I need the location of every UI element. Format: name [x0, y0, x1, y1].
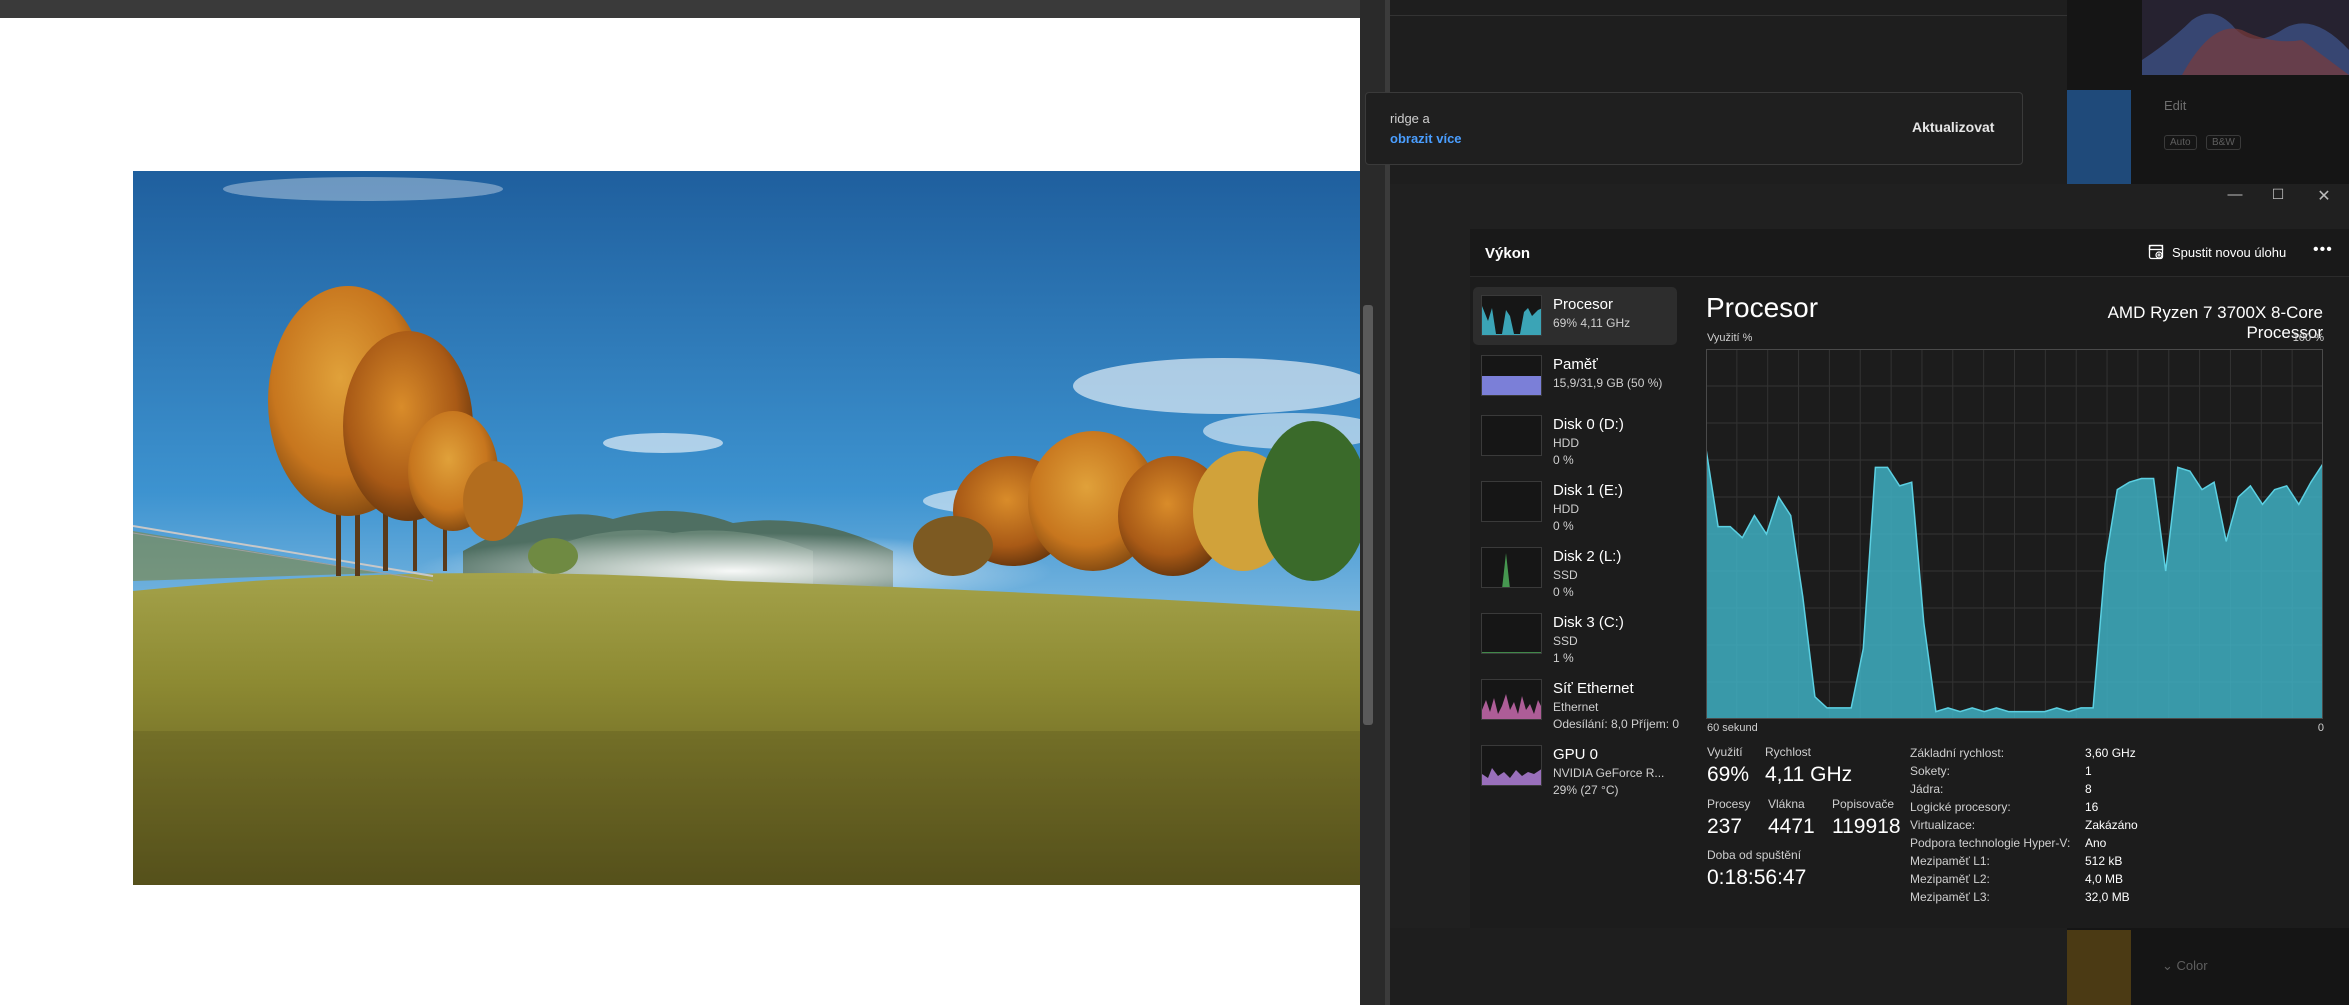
detail-title: Procesor [1706, 292, 1819, 323]
landscape-photo [133, 171, 1360, 885]
bw-button[interactable]: B&W [2206, 135, 2241, 150]
resource-item-disk-0[interactable]: Disk 0 (D:) HDD 0 % [1473, 407, 1677, 467]
resource-item-memory[interactable]: Paměť 15,9/31,9 GB (50 %) [1473, 347, 1677, 405]
spec-key: Mezipaměť L1: [1910, 854, 1990, 868]
edit-label: Edit [2164, 98, 2187, 113]
minimize-icon[interactable]: — [2224, 186, 2246, 203]
resource-item-disk-2[interactable]: Disk 2 (L:) SSD 0 % [1473, 539, 1677, 599]
disk-mini-graph [1481, 481, 1542, 522]
utilization-value: 69% [1707, 763, 1750, 786]
resource-detail: SSD 1 % [1553, 634, 1578, 665]
resource-name: Disk 0 (D:) [1553, 416, 1624, 433]
scrollbar-thumb[interactable] [1363, 305, 1373, 725]
update-button[interactable]: Aktualizovat [1912, 119, 1994, 135]
new-task-icon[interactable] [2148, 244, 2164, 260]
cpu-mini-graph [1481, 295, 1542, 336]
processes-label: Procesy [1707, 797, 1751, 811]
speed-label: Rychlost [1765, 745, 1812, 759]
utilization-label: Využití [1707, 745, 1743, 759]
title-bar[interactable] [1390, 184, 2349, 229]
utilization-max-label: 100 % [2292, 332, 2324, 344]
spec-key: Podpora technologie Hyper-V: [1910, 836, 2071, 850]
resource-detail: HDD 0 % [1553, 502, 1579, 533]
preview-thumbnail[interactable] [2067, 930, 2131, 1005]
navigation-pane [1390, 229, 1470, 928]
new-task-button[interactable]: Spustit novou úlohu [2172, 245, 2286, 260]
graph-time-end: 0 [2317, 722, 2324, 734]
spec-value: 3,60 GHz [2085, 746, 2136, 760]
spec-key: Mezipaměť L2: [1910, 872, 1990, 886]
speed-value: 4,11 GHz [1765, 763, 1853, 786]
handles-label: Popisovače [1832, 797, 1895, 811]
preview-thumbnail[interactable] [2067, 90, 2131, 190]
spec-value: 16 [2085, 800, 2099, 814]
resource-name: Procesor [1553, 296, 1614, 313]
spec-value: 32,0 MB [2085, 890, 2130, 904]
uptime-value: 0:18:56:47 [1707, 866, 1807, 889]
update-text: ridge a [1390, 111, 1430, 126]
maximize-icon[interactable]: ☐ [2267, 186, 2289, 203]
resource-detail: 69% 4,11 GHz [1553, 316, 1631, 330]
spec-key: Mezipaměť L3: [1910, 890, 1990, 904]
divider [1390, 15, 2067, 16]
close-icon[interactable]: ✕ [2313, 186, 2335, 206]
more-options-icon[interactable]: ••• [2313, 241, 2333, 259]
spec-value: Zakázáno [2085, 818, 2138, 832]
gpu-mini-graph [1481, 745, 1542, 786]
resource-name: GPU 0 [1553, 746, 1599, 763]
cpu-utilization-graph [1706, 349, 2323, 719]
resource-name: Síť Ethernet [1553, 680, 1634, 697]
disk-mini-graph [1481, 613, 1542, 654]
threads-value: 4471 [1768, 815, 1815, 838]
spec-key: Sokety: [1910, 764, 1951, 778]
threads-label: Vlákna [1768, 797, 1805, 811]
resource-name: Paměť [1553, 356, 1598, 373]
resource-name: Disk 3 (C:) [1553, 614, 1624, 631]
resource-item-gpu[interactable]: GPU 0 NVIDIA GeForce R... 29% (27 °C) [1473, 737, 1677, 797]
resource-item-disk-3[interactable]: Disk 3 (C:) SSD 1 % [1473, 605, 1677, 665]
histogram [2142, 0, 2349, 75]
resource-item-cpu[interactable]: Procesor 69% 4,11 GHz [1473, 287, 1677, 345]
color-label: Color [2176, 958, 2208, 973]
auto-button[interactable]: Auto [2164, 135, 2197, 150]
disk-mini-graph [1481, 547, 1542, 588]
spec-key: Základní rychlost: [1910, 746, 2005, 760]
viewer-title-bar [0, 0, 1360, 18]
resource-name: Disk 1 (E:) [1553, 482, 1624, 499]
spec-value: 4,0 MB [2085, 872, 2124, 886]
resource-detail: Ethernet Odesílání: 8,0 Příjem: 0 [1553, 700, 1680, 731]
processes-value: 237 [1707, 815, 1743, 838]
spec-value: 1 [2085, 764, 2092, 778]
resource-detail: NVIDIA GeForce R... 29% (27 °C) [1553, 766, 1665, 797]
page-title: Výkon [1485, 245, 1531, 262]
resource-name: Disk 2 (L:) [1553, 548, 1622, 565]
spec-key: Logické procesory: [1910, 800, 2011, 814]
network-mini-graph [1481, 679, 1542, 720]
handles-value: 119918 [1832, 815, 1901, 838]
utilization-axis-label: Využití % [1707, 332, 1753, 344]
resource-detail: HDD 0 % [1553, 436, 1579, 467]
uptime-label: Doba od spuštění [1707, 848, 1802, 862]
memory-mini-graph [1481, 355, 1542, 396]
resource-item-ethernet[interactable]: Síť Ethernet Ethernet Odesílání: 8,0 Příj… [1473, 671, 1679, 731]
disk-mini-graph [1481, 415, 1542, 456]
spec-key: Virtualizace: [1910, 818, 1976, 832]
color-section-toggle[interactable]: ⌄ Color [2162, 958, 2208, 974]
show-more-link[interactable]: obrazit více [1390, 131, 1462, 146]
spec-value: Ano [2085, 836, 2107, 850]
graph-time-start: 60 sekund [1707, 722, 1758, 734]
spec-value: 512 kB [2085, 854, 2123, 868]
spec-value: 8 [2085, 782, 2092, 796]
resource-detail: SSD 0 % [1553, 568, 1578, 599]
resource-item-disk-1[interactable]: Disk 1 (E:) HDD 0 % [1473, 473, 1677, 533]
spec-key: Jádra: [1910, 782, 1944, 796]
resource-detail: 15,9/31,9 GB (50 %) [1553, 376, 1663, 390]
